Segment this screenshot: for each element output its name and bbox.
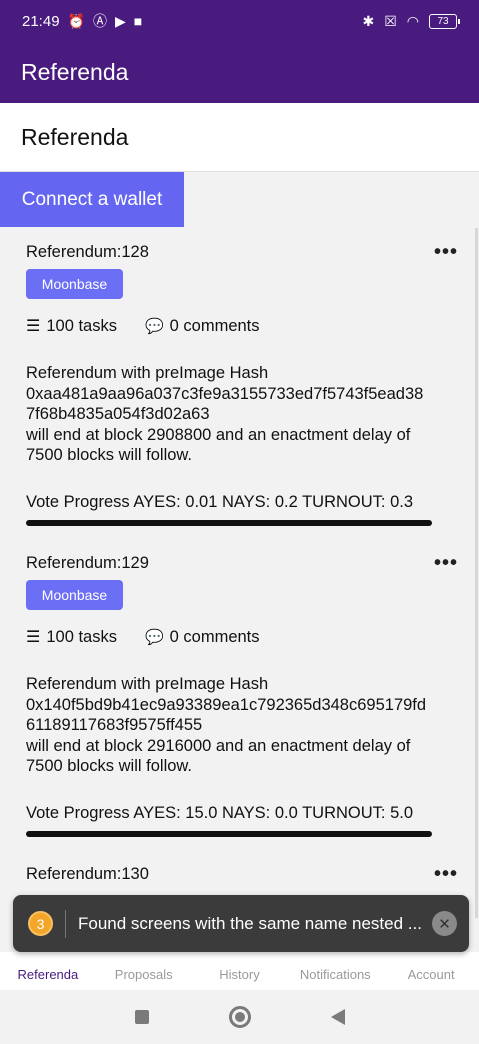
wifi-icon: ◠: [406, 13, 419, 29]
network-chip[interactable]: Moonbase: [26, 269, 123, 299]
comments-count: 0 comments: [169, 316, 260, 335]
more-options-icon[interactable]: •••: [434, 863, 458, 886]
snackbar[interactable]: 3 Found screens with the same name neste…: [13, 895, 469, 952]
description-line: Referendum with preImage Hash: [26, 675, 269, 693]
more-options-icon[interactable]: •••: [434, 241, 458, 264]
comment-icon: 💬: [144, 318, 164, 335]
bluetooth-icon: ✱: [362, 13, 375, 29]
camera-icon: ▶: [114, 13, 126, 29]
status-bar: 21:49 ⏰ Ⓐ ▶ ■ ✱ ☒ ◠ 73: [0, 0, 479, 42]
vote-progress-text: Vote Progress AYES: 15.0 NAYS: 0.0 TURNO…: [26, 804, 414, 822]
snackbar-divider: [65, 909, 66, 938]
tasks-count: 100 tasks: [46, 627, 117, 646]
more-options-icon[interactable]: •••: [434, 552, 458, 575]
referendum-title: Referendum:129: [26, 554, 149, 572]
comments-count: 0 comments: [169, 627, 260, 646]
referendum-description: Referendum with preImage Hash 0x140f5bd9…: [26, 674, 456, 777]
nav-item-proposals[interactable]: Proposals: [96, 952, 192, 990]
battery-icon: 73: [429, 13, 460, 29]
referendum-title: Referendum:128: [26, 243, 149, 261]
nav-label: Referenda: [17, 967, 79, 982]
referendum-meta: ☰ 100 tasks 💬 0 comments: [26, 627, 260, 647]
description-line: will end at block 2916000 and an enactme…: [26, 736, 411, 755]
vote-progress-bar: [26, 831, 432, 837]
system-nav-bar: [0, 990, 479, 1044]
tasks-icon: ☰: [26, 318, 41, 335]
nav-item-referenda[interactable]: Referenda: [0, 952, 96, 990]
app-bar: Referenda: [0, 42, 479, 103]
video-icon: ■: [133, 13, 143, 29]
network-chip[interactable]: Moonbase: [26, 580, 123, 610]
tasks-count: 100 tasks: [46, 316, 117, 335]
description-line: 0x140f5bd9b41ec9a93389ea1c792365d348c695…: [26, 695, 427, 714]
nav-item-account[interactable]: Account: [383, 952, 479, 990]
comment-icon: 💬: [144, 629, 164, 646]
snackbar-message: Found screens with the same name nested …: [78, 913, 422, 933]
referendum-title: Referendum:130: [26, 865, 149, 883]
app-title: Referenda: [21, 59, 129, 85]
nav-label: Account: [407, 967, 455, 982]
nav-item-history[interactable]: History: [192, 952, 288, 990]
alarm-icon: ⏰: [67, 13, 85, 29]
description-line: will end at block 2908800 and an enactme…: [26, 425, 411, 444]
warning-count-badge: 3: [28, 911, 53, 936]
connect-wallet-button[interactable]: Connect a wallet: [0, 172, 184, 227]
description-line: Referendum with preImage Hash: [26, 364, 269, 382]
status-time: 21:49: [22, 12, 60, 30]
page-header: Referenda: [0, 103, 479, 172]
a-icon: Ⓐ: [92, 13, 107, 29]
referendum-description: Referendum with preImage Hash 0xaa481a9a…: [26, 363, 456, 466]
vote-progress-text: Vote Progress AYES: 0.01 NAYS: 0.2 TURNO…: [26, 493, 414, 511]
description-line: 7f68b4835a054f3d02a63: [26, 405, 210, 423]
nav-label: Notifications: [299, 967, 371, 982]
description-line: 7500 blocks will follow.: [26, 757, 192, 775]
scrollbar[interactable]: [475, 228, 478, 918]
referendum-meta: ☰ 100 tasks 💬 0 comments: [26, 316, 260, 336]
tasks-icon: ☰: [26, 629, 41, 646]
page-title: Referenda: [21, 123, 129, 150]
nav-label: History: [219, 967, 260, 982]
vote-progress-bar: [26, 520, 432, 526]
description-line: 7500 blocks will follow.: [26, 446, 192, 464]
back-icon[interactable]: [330, 1009, 345, 1025]
close-icon[interactable]: ✕: [432, 911, 457, 936]
recents-icon[interactable]: [134, 1010, 149, 1024]
home-icon[interactable]: [228, 1006, 251, 1028]
nav-item-notifications[interactable]: Notifications: [287, 952, 383, 990]
nav-label: Proposals: [114, 967, 173, 982]
sim-icon: ☒: [384, 13, 397, 29]
bottom-nav: Referenda Proposals History Notification…: [0, 952, 479, 990]
description-line: 0xaa481a9aa96a037c3fe9a3155733ed7f5743f5…: [26, 384, 424, 403]
description-line: 61189117683f9575ff455: [26, 716, 203, 734]
